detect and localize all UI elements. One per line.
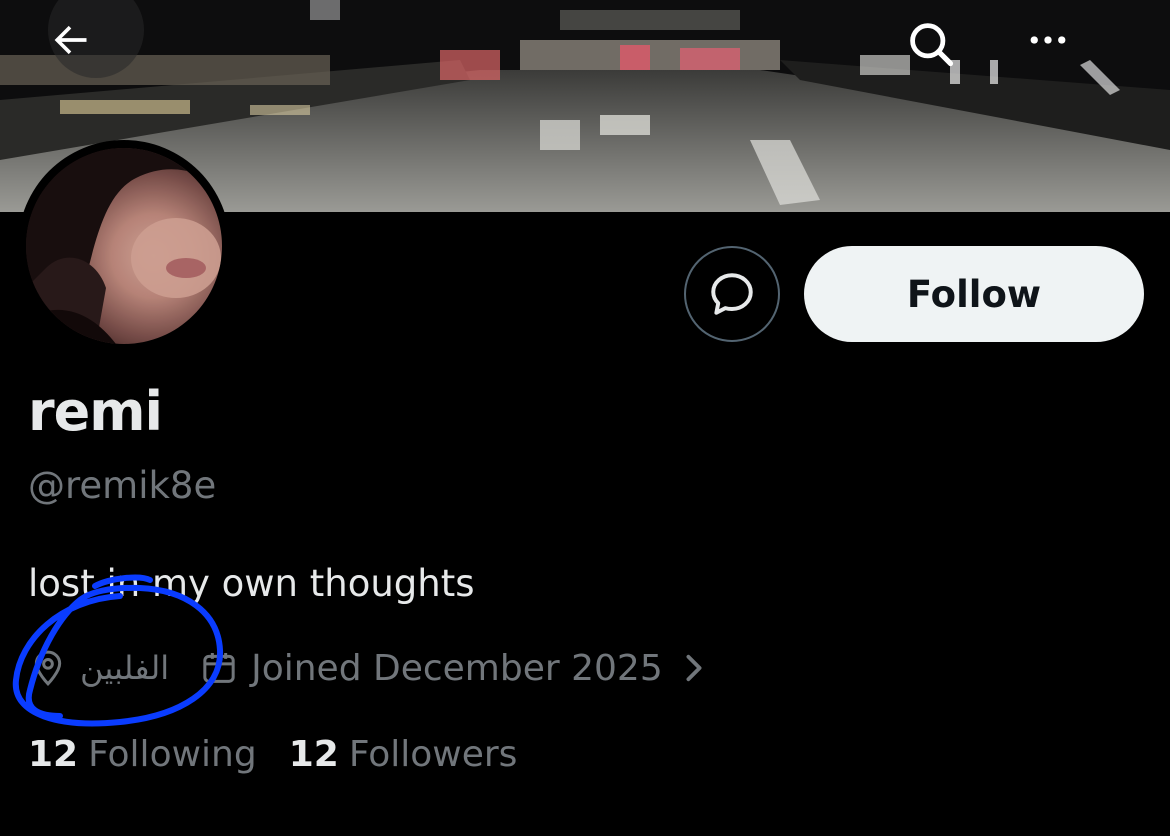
avatar[interactable] bbox=[18, 140, 230, 352]
following-count: 12 bbox=[28, 733, 79, 775]
profile-bio: lost in my own thoughts bbox=[28, 562, 475, 605]
avatar-image bbox=[26, 148, 222, 344]
message-bubble-icon bbox=[711, 273, 753, 315]
chevron-right-icon bbox=[681, 653, 707, 683]
follow-stats: 12 Following 12 Followers bbox=[28, 730, 549, 778]
display-name: remi bbox=[28, 380, 163, 443]
search-icon bbox=[910, 23, 954, 67]
following-link[interactable]: 12 Following bbox=[28, 734, 257, 775]
arrow-left-icon bbox=[54, 25, 87, 55]
follow-button[interactable]: Follow bbox=[804, 246, 1144, 342]
profile-page: Follow remi @remik8e lost in my own thou… bbox=[0, 0, 1170, 836]
joined-text: Joined December 2025 bbox=[251, 647, 663, 689]
followers-label: Followers bbox=[348, 733, 518, 775]
followers-link[interactable]: 12 Followers bbox=[289, 734, 518, 775]
location-pin-icon bbox=[34, 650, 62, 687]
followers-count: 12 bbox=[288, 733, 339, 775]
profile-meta: الفلبين Joined December 2025 bbox=[28, 640, 707, 696]
location-text: الفلبين bbox=[80, 649, 170, 687]
joined-date[interactable]: Joined December 2025 bbox=[199, 648, 707, 689]
calendar-icon bbox=[203, 653, 235, 683]
following-label: Following bbox=[88, 733, 257, 775]
location: الفلبين bbox=[28, 648, 169, 688]
message-button[interactable] bbox=[684, 246, 780, 342]
more-horizontal-icon bbox=[1030, 36, 1066, 44]
username-handle: @remik8e bbox=[28, 464, 217, 507]
